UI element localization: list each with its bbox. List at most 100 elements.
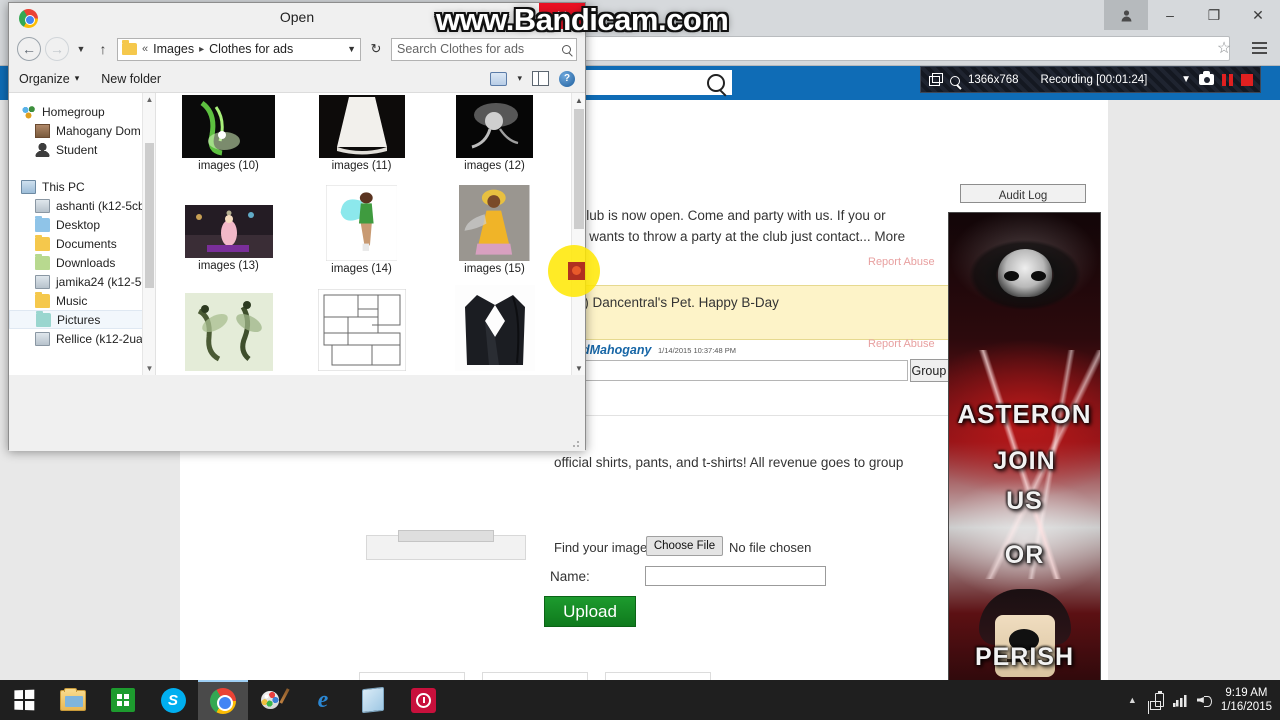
taskbar-skype[interactable]: S [148, 680, 198, 720]
file-label: images (14) [331, 263, 392, 275]
taskbar-internet-explorer[interactable]: e [298, 680, 348, 720]
store-description: official shirts, pants, and t-shirts! Al… [554, 455, 904, 470]
sidebar-item-rellice[interactable]: Rellice (k12-2ua3 [9, 329, 155, 348]
breadcrumb[interactable]: « Images ▸ Clothes for ads ▼ [117, 37, 361, 61]
ad-line-1: ASTERON [957, 399, 1092, 429]
back-button[interactable]: ← [17, 37, 41, 61]
pause-icon[interactable] [1222, 73, 1233, 86]
scroll-down-icon[interactable]: ▼ [143, 362, 155, 375]
help-icon[interactable]: ? [559, 70, 575, 87]
breadcrumb-caret-icon[interactable]: ▼ [347, 44, 356, 54]
file-item[interactable]: images (14) [295, 185, 428, 275]
choose-file-button[interactable]: Choose File [646, 536, 723, 556]
taskbar-reader[interactable] [348, 680, 398, 720]
taskbar-file-explorer[interactable] [48, 680, 98, 720]
ad-line-4: OR [1004, 541, 1045, 569]
breadcrumb-overflow-chevrons[interactable]: « [142, 43, 148, 55]
report-abuse-link-1[interactable]: Report Abuse [868, 256, 935, 268]
sidebar-item-homegroup[interactable]: Homegroup [9, 102, 155, 121]
camera-icon[interactable] [1199, 71, 1214, 85]
restore-button[interactable]: ❐ [1192, 0, 1236, 30]
left-panel-button-placeholder[interactable] [398, 530, 494, 542]
sidebar-item-label: Student [56, 142, 98, 157]
person-icon [35, 142, 50, 157]
sidebar-item-documents[interactable]: Documents [9, 234, 155, 253]
taskbar-alarm[interactable] [398, 680, 448, 720]
sidebar-scroll-thumb[interactable] [145, 143, 154, 288]
dialog-titlebar[interactable]: Open ✕ [9, 3, 585, 33]
window-target-icon[interactable] [928, 72, 943, 87]
network-signal-icon[interactable] [1172, 693, 1188, 707]
sidebar-item-music[interactable]: Music [9, 291, 155, 310]
sidebar-item-this-pc[interactable]: This PC [9, 177, 155, 196]
reader-icon [362, 686, 384, 714]
wall-post-line-1: ght Club is now open. Come and party wit… [554, 208, 886, 223]
file-item[interactable]: images (13) [162, 205, 295, 295]
audit-log-button[interactable]: Audit Log [960, 184, 1086, 203]
name-input[interactable] [645, 566, 826, 586]
sidebar-item-label: Rellice (k12-2ua3 [56, 331, 150, 346]
chrome-profile-avatar-button[interactable] [1104, 0, 1148, 30]
chrome-menu-icon[interactable] [1248, 38, 1270, 58]
dialog-search-input[interactable]: Search Clothes for ads [391, 37, 577, 61]
volume-icon[interactable] [1197, 694, 1212, 707]
refresh-icon[interactable]: ↻ [365, 41, 387, 57]
file-item[interactable] [428, 285, 561, 375]
new-folder-button[interactable]: New folder [101, 72, 161, 86]
file-item[interactable]: images (12) [428, 95, 561, 185]
chevron-down-icon[interactable]: ▾ [517, 73, 522, 84]
shout-author-name[interactable]: dMahogany [582, 343, 651, 357]
file-item[interactable]: images (11) [295, 95, 428, 185]
clock-date: 1/16/2015 [1220, 701, 1272, 713]
upload-button[interactable]: Upload [544, 596, 636, 627]
sidebar-item-ashanti[interactable]: ashanti (k12-5cb [9, 196, 155, 215]
report-abuse-link-2[interactable]: Report Abuse [868, 338, 935, 350]
file-item[interactable]: images (10) [162, 95, 295, 185]
sidebar-item-pictures[interactable]: Pictures [9, 310, 155, 329]
sidebar-item-student[interactable]: Student [9, 140, 155, 159]
preview-pane-icon[interactable] [532, 71, 549, 86]
bookmark-star-icon[interactable]: ☆ [1214, 39, 1234, 59]
homegroup-icon [21, 104, 36, 119]
breadcrumb-part-images[interactable]: Images [153, 42, 194, 56]
organize-button[interactable]: Organize ▾ [19, 72, 79, 86]
stop-icon[interactable] [1241, 73, 1253, 86]
roblox-search-input[interactable] [585, 70, 732, 95]
battery-icon[interactable] [1154, 691, 1164, 707]
up-one-level-button[interactable]: ↑ [93, 41, 113, 57]
taskbar-clock[interactable]: 9:19 AM 1/16/2015 [1221, 686, 1272, 714]
file-list-scrollbar[interactable]: ▲ ▼ [571, 93, 585, 375]
minimize-button[interactable]: – [1148, 0, 1192, 30]
sidebar-item-label: ashanti (k12-5cb [56, 198, 145, 213]
sidebar-item-desktop[interactable]: Desktop [9, 215, 155, 234]
shout-input[interactable]: out [560, 360, 908, 381]
resize-grip-icon[interactable] [572, 439, 581, 448]
scroll-up-icon[interactable]: ▲ [572, 93, 585, 107]
bandicam-recording-bar[interactable]: 1366x768 Recording [00:01:24] ▼ [920, 66, 1261, 93]
chevron-down-icon[interactable]: ▼ [1181, 74, 1191, 85]
change-view-icon[interactable] [490, 71, 508, 86]
show-hidden-icons-icon[interactable]: ▲ [1128, 695, 1137, 705]
sidebar-scrollbar[interactable]: ▲ ▼ [142, 93, 155, 375]
sidebar-item-mahogany-dom[interactable]: Mahogany Dom [9, 121, 155, 140]
scroll-down-icon[interactable]: ▼ [572, 361, 585, 375]
file-list-scroll-thumb[interactable] [574, 109, 584, 229]
file-item[interactable]: images (15) [428, 185, 561, 275]
close-button[interactable]: ✕ [1236, 0, 1280, 30]
file-item[interactable] [295, 289, 428, 375]
scroll-up-icon[interactable]: ▲ [143, 93, 155, 106]
zoom-icon[interactable] [950, 75, 960, 86]
asteron-ad-banner[interactable]: ASTERON JOIN US OR PERISH JAMESFLY3 [948, 212, 1101, 688]
breadcrumb-part-clothes-for-ads[interactable]: Clothes for ads [209, 42, 293, 56]
sidebar-item-downloads[interactable]: Downloads [9, 253, 155, 272]
sidebar-item-jamika24[interactable]: jamika24 (k12-5c [9, 272, 155, 291]
recent-locations-caret-icon[interactable]: ▼ [73, 44, 89, 54]
taskbar-store[interactable] [98, 680, 148, 720]
start-button[interactable] [0, 680, 48, 720]
taskbar-paint[interactable] [248, 680, 298, 720]
taskbar-chrome[interactable] [198, 680, 248, 720]
system-tray: ▲ 9:19 AM 1/16/2015 [1128, 686, 1280, 714]
file-item[interactable] [162, 293, 295, 375]
dialog-close-button[interactable]: ✕ [539, 3, 585, 29]
clock-time: 9:19 AM [1225, 687, 1268, 699]
